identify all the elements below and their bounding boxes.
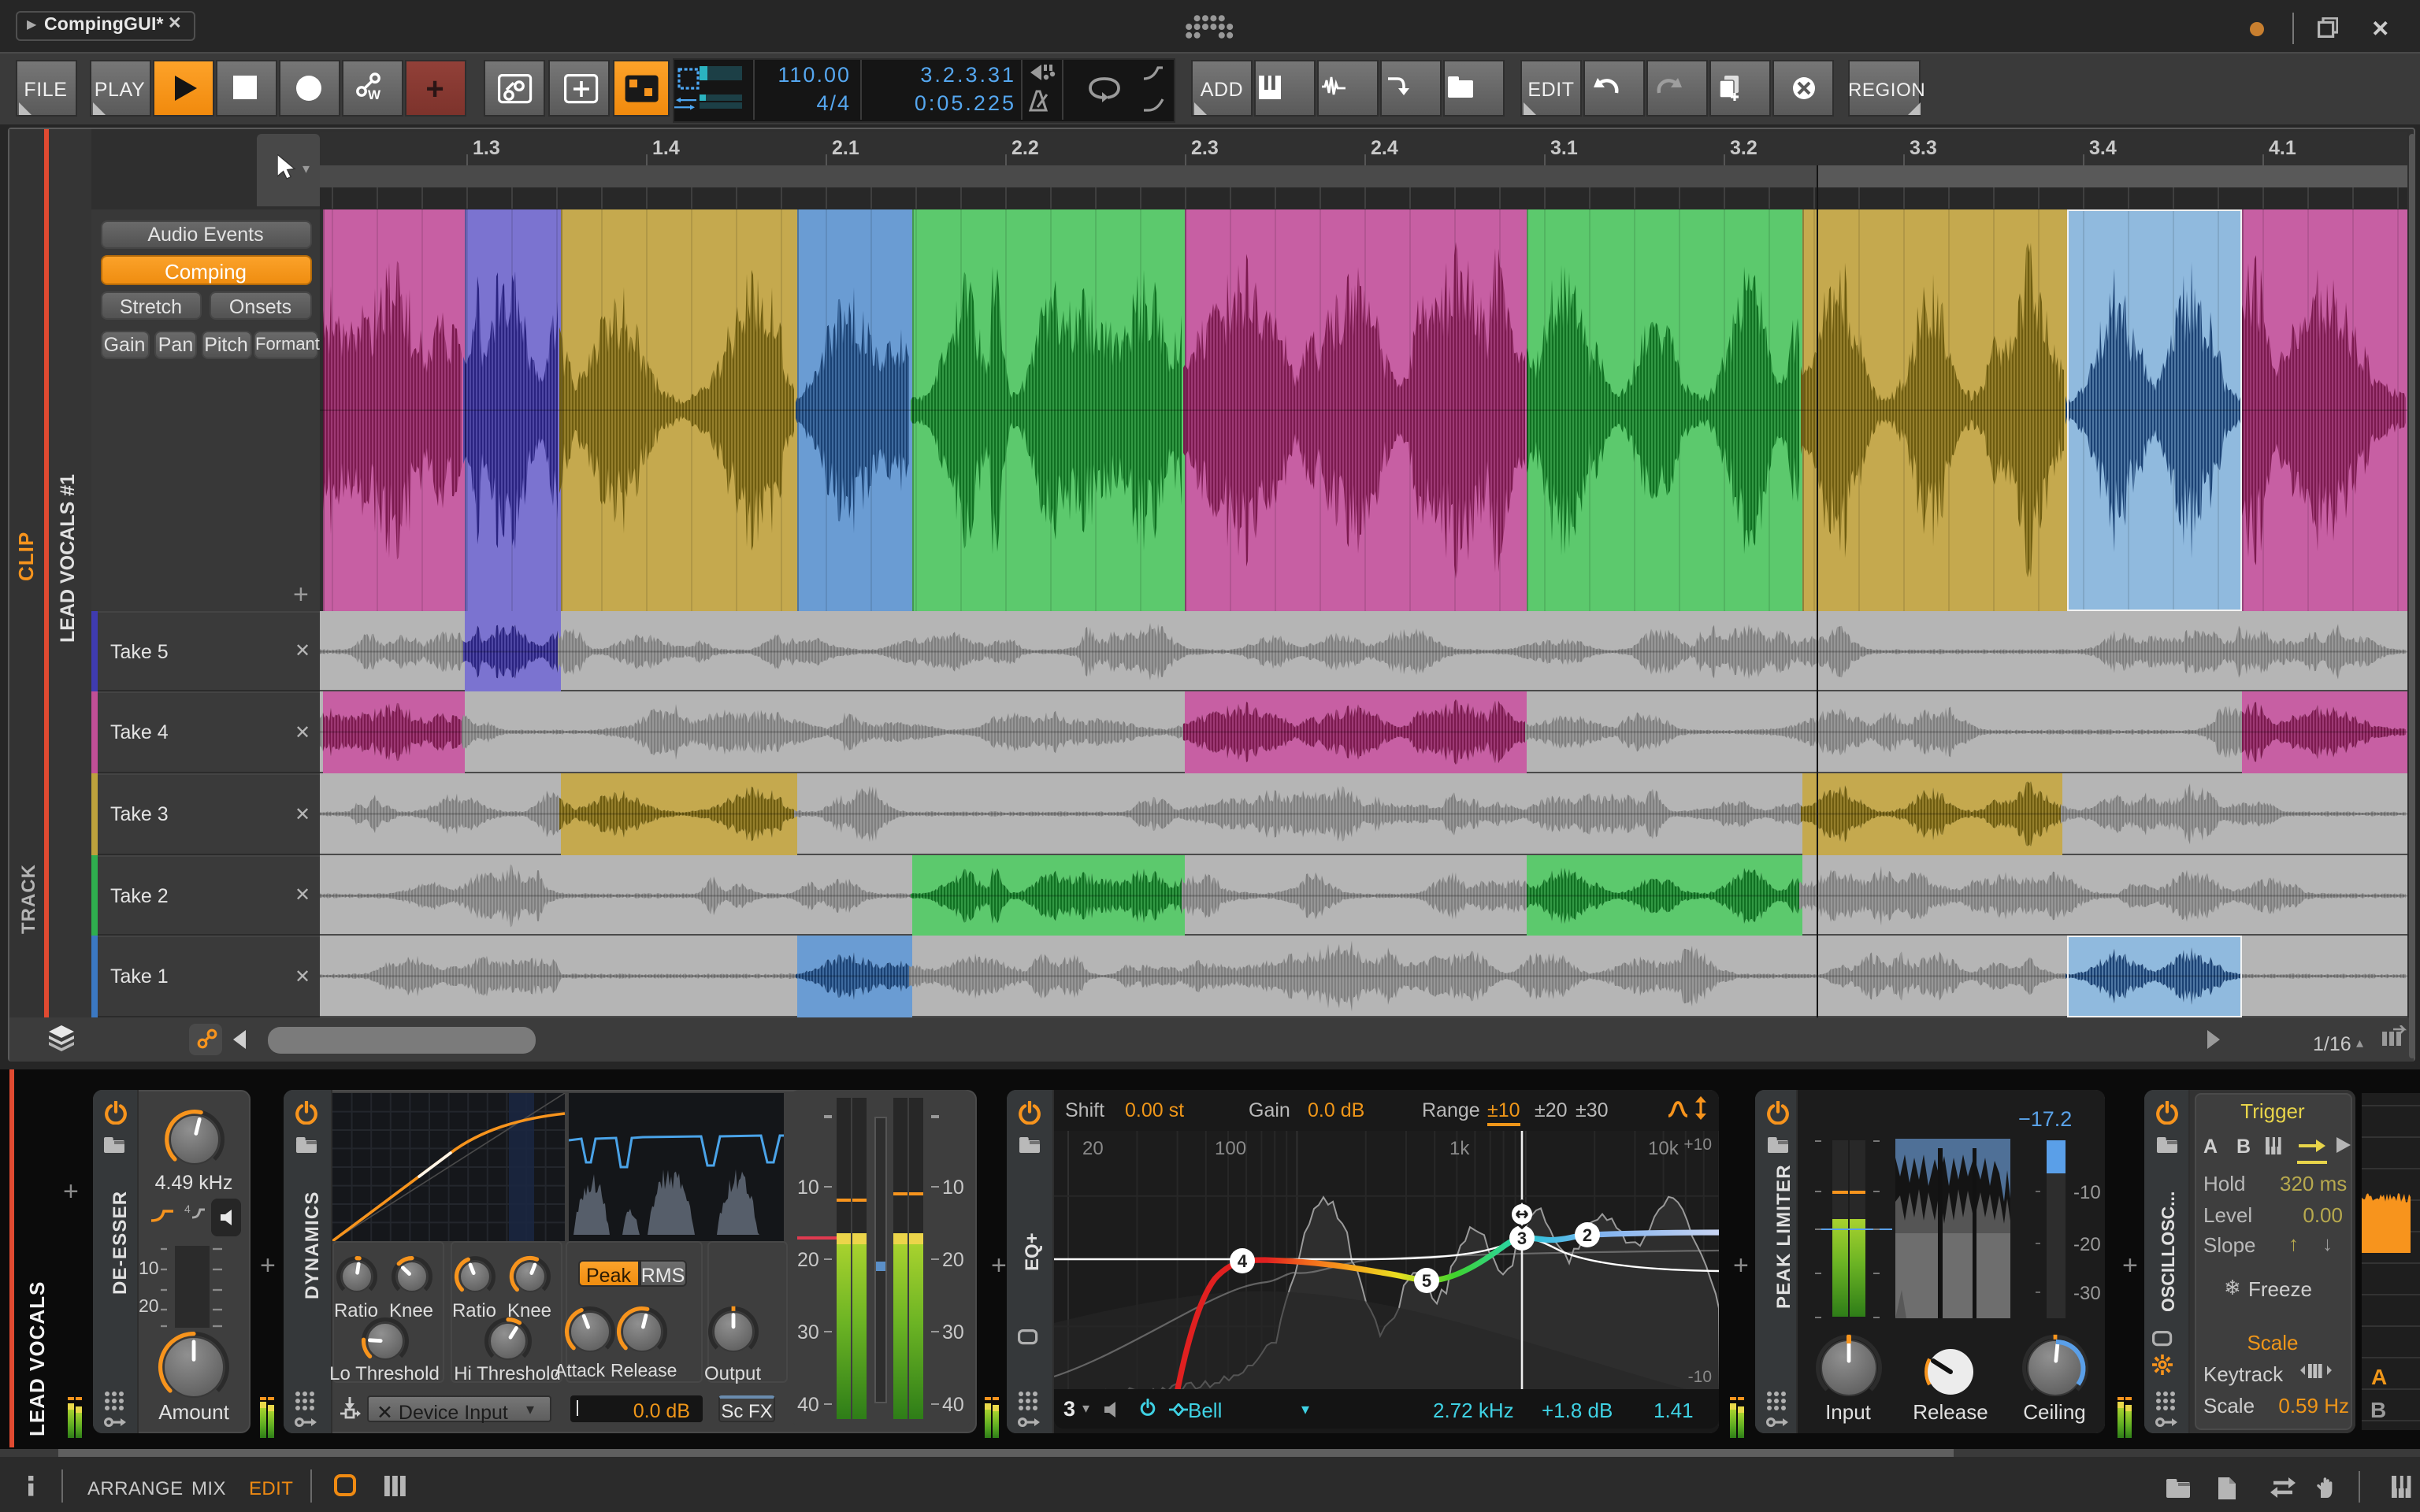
svg-text:5: 5 [1421, 1271, 1431, 1291]
svg-text:10k: 10k [1647, 1138, 1679, 1159]
svg-text:1k: 1k [1449, 1138, 1469, 1159]
svg-text:20: 20 [1082, 1138, 1103, 1159]
svg-text:3: 3 [1516, 1228, 1526, 1248]
svg-text:100: 100 [1214, 1138, 1245, 1159]
svg-text:2: 2 [1582, 1225, 1591, 1245]
svg-text:4: 4 [1237, 1251, 1247, 1271]
svg-text:4: 4 [184, 1203, 191, 1214]
svg-text:+10: +10 [1683, 1136, 1711, 1154]
svg-text:-10: -10 [1687, 1368, 1711, 1386]
